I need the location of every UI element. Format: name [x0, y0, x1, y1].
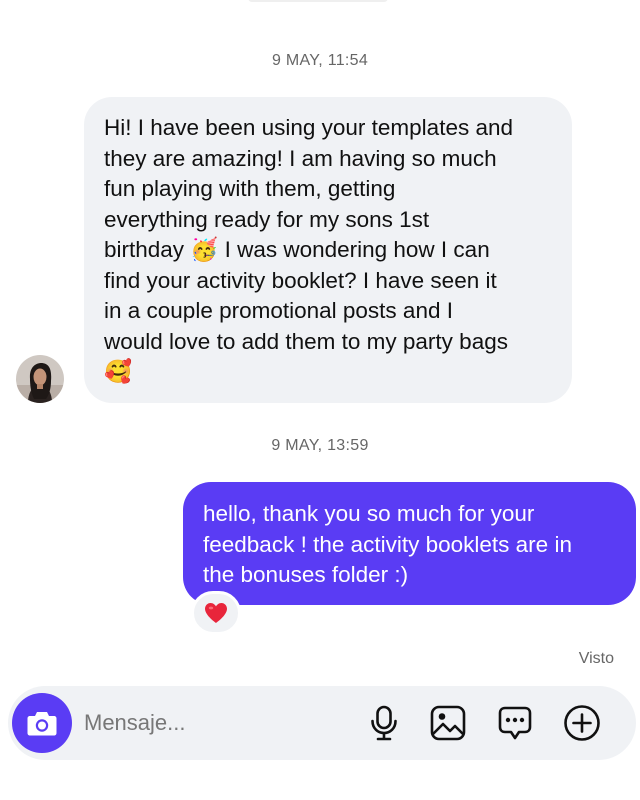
avatar[interactable]	[16, 355, 64, 403]
sticker-icon	[498, 706, 532, 740]
outgoing-message-bubble[interactable]: hello, thank you so much for your feedba…	[183, 482, 636, 605]
gallery-button[interactable]	[428, 703, 468, 743]
image-icon	[430, 705, 466, 741]
heart-reaction[interactable]	[191, 591, 241, 635]
timestamp: 9 MAY, 13:59	[271, 437, 369, 454]
more-options-button[interactable]	[562, 703, 602, 743]
message-line: they are amazing! I am having so much	[104, 145, 497, 171]
message-line: 🥰	[104, 359, 133, 384]
message-line: in a couple promotional posts and I	[104, 298, 453, 323]
message-line: Hi! I have been using your templates and	[104, 115, 513, 140]
outgoing-message-text: hello, thank you so much for your feedba…	[203, 499, 623, 591]
message-line: would love to add them to my party bags	[104, 328, 508, 354]
message-line: hello, thank you so much for your	[203, 501, 535, 526]
previous-message-edge	[248, 0, 388, 2]
plus-icon	[564, 705, 600, 741]
message-composer	[8, 686, 636, 760]
microphone-icon	[371, 705, 397, 741]
heart-icon	[205, 603, 227, 623]
seen-status: Visto	[578, 650, 614, 667]
timestamp: 9 MAY, 11:54	[271, 52, 369, 69]
incoming-message-bubble[interactable]: Hi! I have been using your templates and…	[84, 97, 572, 403]
message-line: fun playing with them, getting	[104, 176, 396, 201]
message-line: feedback ! the activity booklets are in	[203, 531, 572, 557]
microphone-button[interactable]	[364, 703, 404, 743]
camera-icon	[27, 712, 57, 736]
message-line: everything ready for my sons 1st	[104, 206, 430, 232]
message-line: find your activity booklet? I have seen …	[104, 267, 497, 293]
message-input[interactable]	[84, 704, 354, 742]
camera-button[interactable]	[12, 693, 72, 753]
chat-screen: 9 MAY, 11:54 Hi! I have been using your …	[0, 0, 640, 800]
message-line: the bonuses folder :)	[203, 562, 409, 587]
message-line: birthday 🥳 I was wondering how I can	[104, 237, 490, 262]
incoming-message-text: Hi! I have been using your templates and…	[104, 113, 560, 388]
sticker-button[interactable]	[495, 703, 535, 743]
